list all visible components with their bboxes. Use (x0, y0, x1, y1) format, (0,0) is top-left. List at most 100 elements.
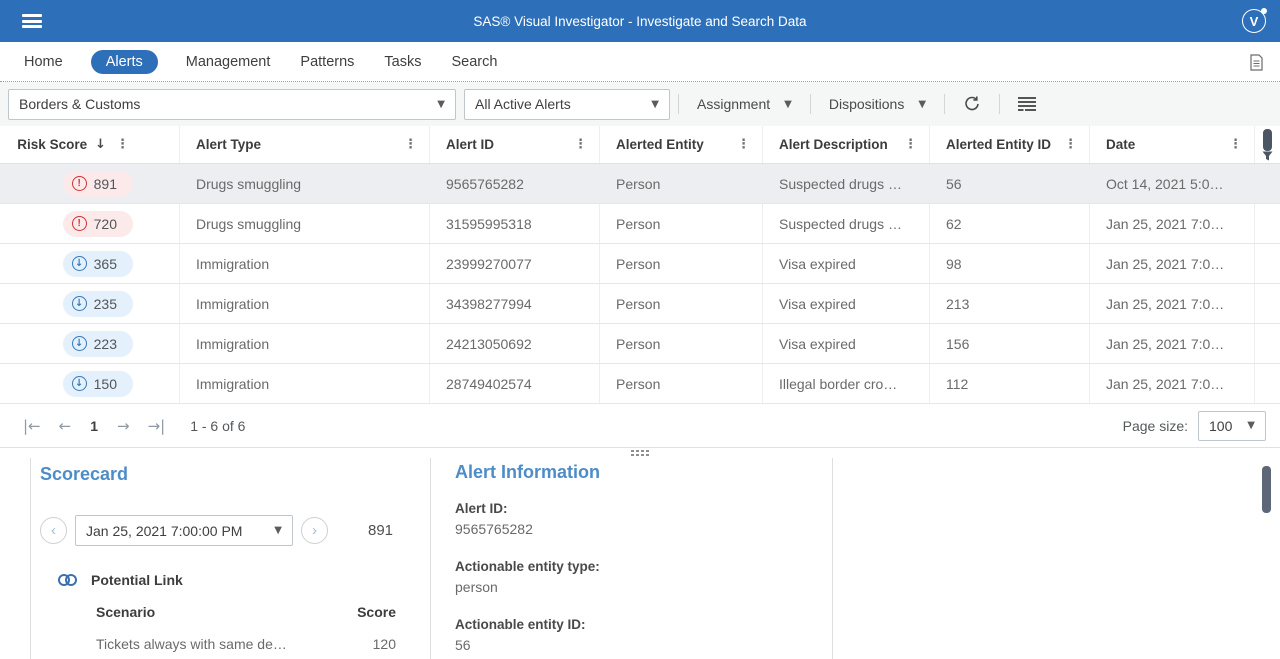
alert-description-cell: Visa expired (763, 284, 930, 323)
alert-id-cell: 28749402574 (430, 364, 600, 403)
previous-date-icon[interactable]: ‹ (40, 517, 67, 544)
alert-id-cell: 34398277994 (430, 284, 600, 323)
column-header-alerted-entity-id[interactable]: Alerted Entity ID ⋮ (930, 126, 1090, 163)
column-menu-icon[interactable]: ⋮ (1060, 137, 1081, 152)
next-page-icon[interactable]: → (108, 417, 139, 435)
tab-alerts[interactable]: Alerts (91, 50, 158, 74)
column-header-risk-score[interactable]: Risk Score ↓ ⋮ (0, 126, 180, 163)
column-header-date[interactable]: Date ⋮ (1090, 126, 1255, 163)
dispositions-menu-button[interactable]: Dispositions ▼ (819, 96, 936, 112)
chevron-down-icon: ▼ (1247, 420, 1255, 431)
divider (832, 458, 833, 659)
score-column-header: Score (357, 604, 396, 620)
risk-score-badge: ↓ 235 (63, 291, 133, 317)
divider (678, 94, 679, 114)
filter-icon[interactable] (1262, 151, 1273, 161)
low-risk-icon: ↓ (72, 336, 87, 351)
next-date-icon[interactable]: › (301, 517, 328, 544)
chevron-down-icon: ▼ (274, 525, 282, 536)
alerted-entity-cell: Person (600, 244, 763, 283)
alert-description-cell: Suspected drugs … (763, 204, 930, 243)
tab-search[interactable]: Search (449, 50, 499, 74)
domain-select-value: Borders & Customs (19, 96, 140, 112)
page-size-select[interactable]: 100 ▼ (1198, 411, 1266, 441)
column-header-alert-id[interactable]: Alert ID ⋮ (430, 126, 600, 163)
alerted-entity-cell: Person (600, 324, 763, 363)
chevron-down-icon: ▼ (918, 99, 926, 110)
main-nav: Home Alerts Management Patterns Tasks Se… (0, 42, 1280, 82)
column-menu-icon[interactable]: ⋮ (733, 137, 754, 152)
panel-scrollbar-thumb[interactable] (1262, 466, 1271, 513)
tab-management[interactable]: Management (184, 50, 273, 74)
low-risk-icon: ↓ (72, 376, 87, 391)
first-page-icon[interactable]: |← (14, 417, 50, 435)
scenario-row[interactable]: Tickets always with same de… 120 (96, 636, 396, 652)
alert-information-heading: Alert Information (455, 462, 815, 483)
risk-score-badge: ! 720 (63, 211, 133, 237)
low-risk-icon: ↓ (72, 256, 87, 271)
app-top-bar: SAS® Visual Investigator - Investigate a… (0, 0, 1280, 42)
alert-id-cell: 24213050692 (430, 324, 600, 363)
alert-type-cell: Immigration (180, 364, 430, 403)
total-risk-score: 891 (368, 522, 393, 539)
scenario-score: 120 (373, 636, 396, 652)
table-row[interactable]: ! 891 Drugs smuggling 9565765282 Person … (0, 164, 1280, 204)
alerted-entity-cell: Person (600, 284, 763, 323)
alert-description-cell: Illegal border cro… (763, 364, 930, 403)
table-row[interactable]: ↓ 235 Immigration 34398277994 Person Vis… (0, 284, 1280, 324)
view-select-value: All Active Alerts (475, 96, 571, 112)
table-row[interactable]: ! 720 Drugs smuggling 31595995318 Person… (0, 204, 1280, 244)
refresh-icon[interactable] (953, 95, 991, 113)
risk-score-badge: ↓ 365 (63, 251, 133, 277)
tab-home[interactable]: Home (22, 50, 65, 74)
alerts-toolbar: Borders & Customs ▼ All Active Alerts ▼ … (0, 82, 1280, 126)
column-menu-icon[interactable]: ⋮ (400, 137, 421, 152)
row-density-icon[interactable] (1008, 97, 1046, 111)
column-header-alert-description[interactable]: Alert Description ⋮ (763, 126, 930, 163)
assignment-label: Assignment (697, 96, 770, 112)
alert-type-cell: Immigration (180, 244, 430, 283)
table-row[interactable]: ↓ 150 Immigration 28749402574 Person Ill… (0, 364, 1280, 404)
chevron-down-icon: ▼ (437, 99, 445, 110)
page-size-label: Page size: (1123, 418, 1188, 434)
column-menu-icon[interactable]: ⋮ (1225, 137, 1246, 152)
alert-id-cell: 23999270077 (430, 244, 600, 283)
risk-score-badge: ↓ 223 (63, 331, 133, 357)
column-header-alerted-entity[interactable]: Alerted Entity ⋮ (600, 126, 763, 163)
column-menu-icon[interactable]: ⋮ (900, 137, 921, 152)
current-page: 1 (80, 418, 108, 434)
status-dot (1261, 8, 1267, 14)
table-scrollbar-thumb[interactable] (1263, 129, 1272, 151)
tab-tasks[interactable]: Tasks (382, 50, 423, 74)
table-header-row: Risk Score ↓ ⋮ Alert Type ⋮ Alert ID ⋮ A… (0, 126, 1280, 164)
date-cell: Jan 25, 2021 7:0… (1090, 244, 1255, 283)
user-avatar[interactable]: V (1242, 9, 1266, 33)
date-cell: Jan 25, 2021 7:0… (1090, 204, 1255, 243)
tab-patterns[interactable]: Patterns (298, 50, 356, 74)
alerted-entity-cell: Person (600, 364, 763, 403)
row-range-text: 1 - 6 of 6 (190, 418, 245, 434)
scorecard-panel: Scorecard ‹ Jan 25, 2021 7:00:00 PM ▼ › … (40, 464, 420, 652)
table-row[interactable]: ↓ 223 Immigration 24213050692 Person Vis… (0, 324, 1280, 364)
panel-drag-handle[interactable] (631, 450, 649, 456)
scenario-name: Tickets always with same de… (96, 636, 287, 652)
column-menu-icon[interactable]: ⋮ (570, 137, 591, 152)
table-row[interactable]: ↓ 365 Immigration 23999270077 Person Vis… (0, 244, 1280, 284)
scorecard-date-select[interactable]: Jan 25, 2021 7:00:00 PM ▼ (75, 515, 293, 546)
domain-select[interactable]: Borders & Customs ▼ (8, 89, 456, 120)
field-value: 56 (455, 637, 815, 653)
sort-descending-icon[interactable]: ↓ (95, 137, 106, 152)
assignment-menu-button[interactable]: Assignment ▼ (687, 96, 802, 112)
last-page-icon[interactable]: →| (139, 417, 175, 435)
chevron-down-icon: ▼ (651, 99, 659, 110)
document-icon[interactable] (1249, 54, 1264, 76)
view-select[interactable]: All Active Alerts ▼ (464, 89, 670, 120)
high-risk-icon: ! (72, 176, 87, 191)
alerted-entity-id-cell: 112 (930, 364, 1090, 403)
table-scrollbar-track[interactable] (1255, 126, 1280, 163)
field-label: Alert ID: (455, 501, 815, 516)
alert-information-panel: Alert Information Alert ID: 9565765282 A… (455, 462, 815, 653)
column-header-alert-type[interactable]: Alert Type ⋮ (180, 126, 430, 163)
column-menu-icon[interactable]: ⋮ (114, 137, 133, 152)
previous-page-icon[interactable]: ← (50, 417, 81, 435)
